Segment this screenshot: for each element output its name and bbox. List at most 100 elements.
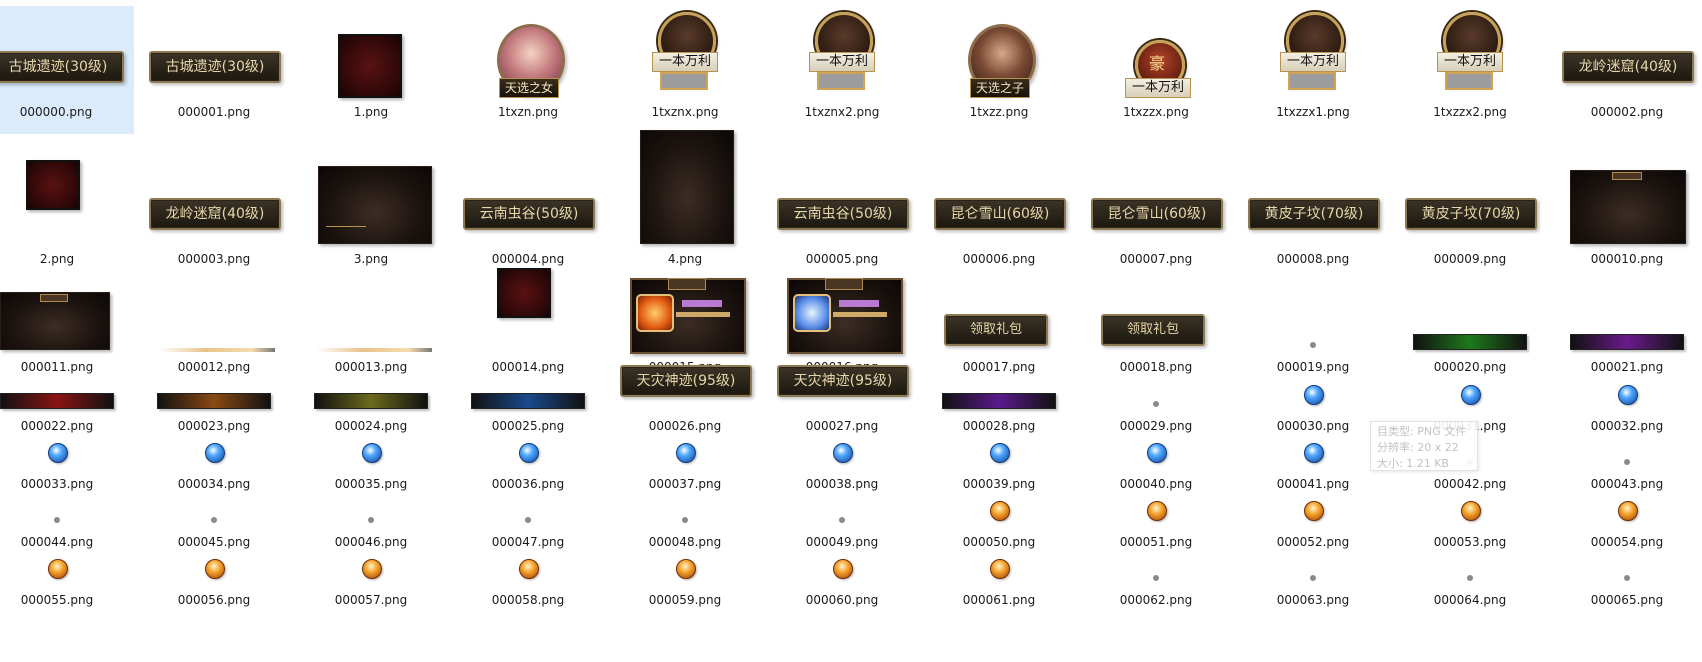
file-thumbnail[interactable]: 天选之女: [453, 0, 603, 101]
file-tile[interactable]: 000055.png: [0, 546, 132, 611]
file-thumbnail[interactable]: [767, 270, 917, 356]
file-tile[interactable]: 000060.png: [767, 546, 917, 611]
file-thumbnail[interactable]: [139, 372, 289, 415]
file-tile[interactable]: 一本万利 1txznx2.png: [767, 0, 917, 123]
file-thumbnail[interactable]: [924, 372, 1074, 415]
file-tile[interactable]: 云南虫谷(50级) 000005.png: [767, 130, 917, 270]
file-tile[interactable]: 000046.png: [296, 488, 446, 553]
file-thumbnail[interactable]: [610, 130, 760, 248]
file-tile[interactable]: 000058.png: [453, 546, 603, 611]
file-thumbnail[interactable]: [453, 268, 603, 356]
file-tile[interactable]: 000028.png: [924, 372, 1074, 437]
file-thumbnail[interactable]: 领取礼包: [924, 270, 1074, 356]
file-tile[interactable]: 000062.png: [1081, 546, 1231, 611]
file-thumbnail[interactable]: 昆仑雪山(60级): [924, 130, 1074, 248]
file-thumbnail[interactable]: 黄皮子坟(70级): [1238, 130, 1388, 248]
file-tile[interactable]: 000019.png: [1238, 270, 1388, 378]
file-tile[interactable]: 000056.png: [139, 546, 289, 611]
file-tile[interactable]: 古城遗迹(30级) 000001.png: [139, 0, 289, 123]
file-thumbnail[interactable]: [1081, 430, 1231, 473]
file-thumbnail[interactable]: 天灾神迹(95级): [610, 365, 760, 415]
file-thumbnail[interactable]: 一本万利: [1238, 0, 1388, 101]
file-tile[interactable]: 000014.png: [453, 268, 603, 378]
file-tile[interactable]: 天选之子 1txzz.png: [924, 0, 1074, 123]
file-tile[interactable]: 000044.png: [0, 488, 132, 553]
file-thumbnail[interactable]: [0, 130, 132, 248]
file-tile[interactable]: 一本万利 1txzzx1.png: [1238, 0, 1388, 123]
file-thumbnail[interactable]: [767, 546, 917, 589]
file-tile[interactable]: 领取礼包 000018.png: [1081, 270, 1231, 378]
file-tile[interactable]: 000033.png: [0, 430, 132, 495]
file-thumbnail[interactable]: 龙岭迷窟(40级): [139, 130, 289, 248]
file-tile[interactable]: 000039.png: [924, 430, 1074, 495]
file-thumbnail[interactable]: 古城遗迹(30级): [0, 0, 132, 101]
file-thumbnail[interactable]: [139, 430, 289, 473]
file-thumbnail[interactable]: [453, 430, 603, 473]
file-tile[interactable]: 000059.png: [610, 546, 760, 611]
file-thumbnail[interactable]: 云南虫谷(50级): [767, 130, 917, 248]
file-thumbnail[interactable]: [1552, 488, 1702, 531]
file-thumbnail[interactable]: [1552, 430, 1702, 473]
file-thumbnail[interactable]: [1395, 372, 1545, 415]
file-thumbnail[interactable]: [453, 546, 603, 589]
file-tile[interactable]: 000025.png: [453, 372, 603, 437]
file-tile[interactable]: 000040.png: [1081, 430, 1231, 495]
file-thumbnail[interactable]: [453, 372, 603, 415]
file-tile[interactable]: 000037.png: [610, 430, 760, 495]
file-thumbnail[interactable]: [610, 546, 760, 589]
file-thumbnail[interactable]: [610, 488, 760, 531]
file-tile[interactable]: 天选之女 1txzn.png: [453, 0, 603, 123]
file-tile[interactable]: 云南虫谷(50级) 000004.png: [453, 130, 603, 270]
file-thumbnail[interactable]: [1238, 270, 1388, 356]
file-thumbnail[interactable]: [924, 546, 1074, 589]
file-thumbnail[interactable]: [1552, 372, 1702, 415]
file-tile[interactable]: 000045.png: [139, 488, 289, 553]
file-thumbnail[interactable]: 古城遗迹(30级): [139, 0, 289, 101]
file-thumbnail[interactable]: [139, 488, 289, 531]
file-tile[interactable]: 000021.png: [1552, 270, 1702, 378]
file-tile[interactable]: 000065.png: [1552, 546, 1702, 611]
file-tile[interactable]: 000015.png: [610, 270, 760, 378]
file-tile[interactable]: 领取礼包 000017.png: [924, 270, 1074, 378]
file-tile[interactable]: 000064.png: [1395, 546, 1545, 611]
file-thumbnail[interactable]: [1395, 488, 1545, 531]
file-tile[interactable]: 天灾神迹(95级) 000026.png: [610, 365, 760, 437]
file-tile[interactable]: 000010.png: [1552, 130, 1702, 270]
file-thumbnail[interactable]: [767, 430, 917, 473]
file-tile[interactable]: 2.png: [0, 130, 132, 270]
file-thumbnail[interactable]: [1238, 430, 1388, 473]
file-thumbnail[interactable]: [296, 0, 446, 101]
file-tile[interactable]: 000034.png: [139, 430, 289, 495]
file-thumbnail[interactable]: 一本万利: [1395, 0, 1545, 101]
file-tile[interactable]: 000043.png: [1552, 430, 1702, 495]
file-tile[interactable]: 000029.png: [1081, 372, 1231, 437]
file-tile[interactable]: 000053.png: [1395, 488, 1545, 553]
file-tile[interactable]: 000011.png: [0, 270, 132, 378]
file-tile[interactable]: 豪一本万利 1txzzx.png: [1081, 0, 1231, 123]
file-thumbnail[interactable]: 天选之子: [924, 0, 1074, 101]
file-tile[interactable]: 4.png: [610, 130, 760, 270]
file-tile[interactable]: 000013.png: [296, 270, 446, 378]
file-tile[interactable]: 一本万利 1txznx.png: [610, 0, 760, 123]
file-thumbnail[interactable]: 一本万利: [610, 0, 760, 101]
file-tile[interactable]: 1.png: [296, 0, 446, 123]
file-thumbnail[interactable]: [1238, 372, 1388, 415]
file-thumbnail[interactable]: [1552, 270, 1702, 356]
file-tile[interactable]: 黄皮子坟(70级) 000008.png: [1238, 130, 1388, 270]
file-tile[interactable]: 3.png: [296, 130, 446, 270]
file-tile[interactable]: 000020.png: [1395, 270, 1545, 378]
file-tile[interactable]: 000051.png: [1081, 488, 1231, 553]
file-thumbnail[interactable]: [139, 546, 289, 589]
file-tile[interactable]: 龙岭迷窟(40级) 000002.png: [1552, 0, 1702, 123]
file-tile[interactable]: 000063.png: [1238, 546, 1388, 611]
file-tile[interactable]: 000050.png: [924, 488, 1074, 553]
file-thumbnail[interactable]: [1238, 546, 1388, 589]
file-tile[interactable]: 000035.png: [296, 430, 446, 495]
file-tile[interactable]: 000022.png: [0, 372, 132, 437]
file-thumbnail[interactable]: [1395, 546, 1545, 589]
file-tile[interactable]: 龙岭迷窟(40级) 000003.png: [139, 130, 289, 270]
file-tile[interactable]: 000057.png: [296, 546, 446, 611]
file-thumbnail[interactable]: [1081, 488, 1231, 531]
file-tile[interactable]: 000047.png: [453, 488, 603, 553]
file-thumbnail[interactable]: [296, 430, 446, 473]
